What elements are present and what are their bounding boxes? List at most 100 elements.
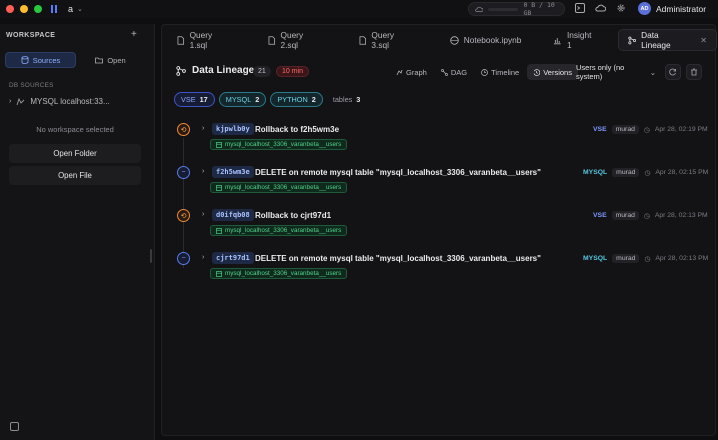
pill-label: VSE [181, 95, 196, 104]
clock-icon: ◷ [643, 126, 650, 134]
tables-count-pill: tables 3 [327, 92, 367, 107]
memory-usage-bar [488, 7, 519, 11]
lineage-icon [176, 65, 186, 76]
timestamp: Apr 28, 02:13 PM [654, 212, 708, 219]
pill-count: 2 [255, 95, 260, 104]
source-label: VSE [593, 212, 607, 219]
version-message: Rollback to f2h5wm3e [255, 125, 340, 134]
tab-query-3[interactable]: Query 3.sql [350, 29, 421, 51]
gear-icon[interactable] [616, 3, 626, 13]
user-filter-value: Users only (no system) [576, 63, 625, 81]
view-label: Timeline [491, 67, 520, 77]
delete-node-icon: − [177, 252, 190, 265]
version-entry[interactable]: − › cjrt97d1 DELETE on remote mysql tabl… [162, 252, 717, 292]
close-tab-icon[interactable]: ✕ [700, 36, 707, 45]
file-icon [268, 35, 275, 45]
view-label: Versions [543, 67, 572, 77]
window-controls [6, 5, 42, 13]
author-badge: murad [611, 125, 639, 134]
user-filter-select[interactable]: Users only (no system) ⌄ [571, 63, 661, 81]
minimize-window-button[interactable] [20, 5, 28, 13]
version-meta: MYSQL murad ◷ Apr 28, 02:13 PM [583, 254, 708, 263]
source-label: VSE [593, 126, 607, 133]
user-menu[interactable]: AD Administrator [638, 2, 706, 15]
sidebar-title: WORKSPACE [6, 32, 56, 39]
table-icon [216, 270, 222, 277]
rollback-node-icon: ⟲ [177, 209, 190, 222]
tab-label: Query 3.sql [371, 30, 394, 50]
refresh-button[interactable] [665, 64, 681, 80]
open-file-button[interactable]: Open File [9, 166, 141, 185]
tab-open[interactable]: Open [76, 52, 145, 68]
view-dag-button[interactable]: DAG [435, 64, 473, 80]
version-entry[interactable]: ⟲ › kjpwlb0y Rollback to f2h5wm3e mysql_… [162, 123, 717, 163]
view-graph-button[interactable]: Graph [390, 64, 433, 80]
version-message: Rollback to cjrt97d1 [255, 211, 332, 220]
author-badge: murad [612, 254, 640, 263]
table-tag-label: mysql_localhost_3306_varanbeta__users [225, 227, 342, 234]
add-workspace-button[interactable]: + [131, 29, 137, 40]
source-label: MYSQL [583, 255, 608, 262]
version-hash[interactable]: f2h5wm3e [212, 166, 254, 178]
pill-count: 2 [311, 95, 316, 104]
version-hash[interactable]: d0ifqb08 [212, 209, 254, 221]
panel-toggle-icon[interactable] [10, 422, 19, 431]
timestamp: Apr 28, 02:15 PM [655, 169, 709, 176]
table-tag[interactable]: mysql_localhost_3306_varanbeta__users [210, 225, 348, 236]
tab-data-lineage[interactable]: Data Lineage ✕ [617, 29, 717, 51]
database-icon [21, 56, 29, 64]
delete-node-icon: − [177, 166, 190, 179]
history-icon [533, 68, 541, 76]
project-selector[interactable]: a ⌄ [68, 4, 83, 14]
chevron-down-icon: ⌄ [649, 67, 656, 77]
maximize-window-button[interactable] [34, 5, 42, 13]
chart-icon [554, 37, 561, 44]
view-label: DAG [450, 67, 468, 77]
tab-sources-label: Sources [32, 55, 61, 65]
graph-icon [396, 69, 403, 75]
terminal-icon[interactable] [575, 3, 585, 13]
page-title: Data Lineage [176, 65, 254, 76]
table-tag[interactable]: mysql_localhost_3306_varanbeta__users [210, 182, 348, 193]
chevron-right-icon[interactable]: › [202, 211, 204, 218]
version-entry[interactable]: ⟲ › d0ifqb08 Rollback to cjrt97d1 mysql_… [162, 209, 717, 249]
open-folder-button[interactable]: Open Folder [9, 144, 141, 163]
table-tag-label: mysql_localhost_3306_varanbeta__users [225, 270, 342, 277]
pill-count: 17 [199, 95, 208, 104]
mysql-icon [16, 97, 25, 105]
tab-notebook[interactable]: Notebook.ipynb [441, 29, 531, 51]
version-entry[interactable]: − › f2h5wm3e DELETE on remote mysql tabl… [162, 166, 717, 206]
app-logo-icon [50, 4, 58, 14]
sidebar-resize-handle[interactable] [150, 249, 152, 263]
memory-indicator[interactable]: 0 B / 10 GB [468, 1, 565, 17]
main-panel: Query 1.sql Query 2.sql Query 3.sql Note… [161, 24, 717, 436]
chevron-right-icon[interactable]: › [202, 125, 204, 132]
chevron-right-icon[interactable]: › [202, 168, 204, 175]
table-tag[interactable]: mysql_localhost_3306_varanbeta__users [210, 139, 348, 150]
folder-icon [95, 57, 104, 64]
vse-count-pill[interactable]: VSE 17 [174, 92, 215, 107]
close-window-button[interactable] [6, 5, 14, 13]
page-title-text: Data Lineage [192, 65, 255, 76]
tab-sources[interactable]: Sources [5, 52, 76, 68]
python-count-pill[interactable]: PYTHON 2 [270, 92, 323, 107]
tab-query-2[interactable]: Query 2.sql [259, 29, 330, 51]
chevron-right-icon[interactable]: › [202, 254, 204, 261]
mysql-count-pill[interactable]: MYSQL 2 [218, 92, 267, 107]
version-hash[interactable]: kjpwlb0y [212, 123, 254, 135]
cloud-icon[interactable] [595, 3, 606, 13]
view-timeline-button[interactable]: Timeline [475, 64, 525, 80]
cloud-icon [475, 6, 484, 12]
summary-pills: VSE 17 MYSQL 2 PYTHON 2 tables 3 [174, 92, 366, 107]
db-source-label: MYSQL localhost:33... [30, 97, 110, 106]
delete-button[interactable] [686, 64, 702, 80]
table-tag[interactable]: mysql_localhost_3306_varanbeta__users [210, 268, 348, 279]
time-range-badge[interactable]: 10 min [276, 66, 310, 77]
tab-insight[interactable]: Insight 1 [544, 29, 605, 51]
tab-query-1[interactable]: Query 1.sql [168, 29, 239, 51]
avatar: AD [638, 2, 651, 15]
tab-open-label: Open [107, 55, 126, 65]
db-source-item[interactable]: › MYSQL localhost:33... [9, 97, 110, 106]
table-tag-label: mysql_localhost_3306_varanbeta__users [225, 141, 342, 148]
version-hash[interactable]: cjrt97d1 [212, 252, 254, 264]
